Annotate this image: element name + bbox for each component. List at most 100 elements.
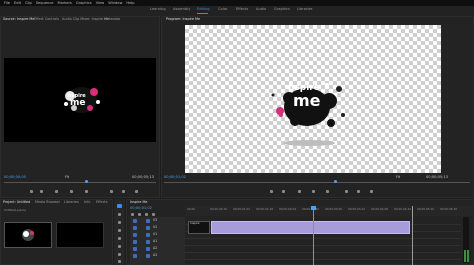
tab-effects[interactable]: Effects (96, 200, 108, 204)
sequence-end-marker (412, 206, 413, 265)
project-thumbnail-clip[interactable] (56, 222, 104, 248)
track-target-toggle[interactable] (133, 226, 137, 230)
track-header-v1[interactable] (130, 232, 185, 238)
track-name: A2 (153, 246, 158, 250)
source-fit-select[interactable]: Fit (65, 175, 69, 180)
razor-tool-icon[interactable] (118, 229, 121, 232)
project-thumbnail-sequence[interactable] (4, 222, 52, 248)
timeline-settings-icon[interactable] (152, 213, 155, 216)
workspace-editing[interactable]: Editing (197, 7, 210, 12)
active-workspace-underline (197, 13, 208, 14)
program-export-frame-icon[interactable] (370, 190, 373, 193)
workspace-learning[interactable]: Learning (150, 7, 166, 12)
tab-metadata[interactable]: Metadata (104, 17, 120, 21)
track-source-patch-toggle[interactable] (146, 254, 150, 258)
hand-tool-icon[interactable] (118, 253, 121, 256)
tab-audio-clip-mixer[interactable]: Audio Clip Mixer: Inspire Me (62, 17, 109, 21)
tab-project[interactable]: Project: Untitled (3, 200, 30, 204)
program-fit-select[interactable]: Fit (396, 175, 400, 180)
track-target-toggle[interactable] (133, 254, 137, 258)
timeline-playhead-handle[interactable] (311, 206, 316, 210)
track-name: V2 (153, 225, 158, 229)
track-header-a1[interactable] (130, 239, 185, 245)
source-mark-in-icon[interactable] (30, 190, 33, 193)
workspace-color[interactable]: Color (218, 7, 227, 12)
program-step-back-icon[interactable] (298, 190, 301, 193)
source-playhead[interactable] (85, 180, 88, 183)
ruler-tick-label: 00;00;01;18 (256, 207, 274, 211)
ruler-tick-label: 00;00;01;02 (233, 207, 251, 211)
source-step-back-icon[interactable] (55, 190, 58, 193)
track-source-patch-toggle[interactable] (146, 240, 150, 244)
track-source-patch-toggle[interactable] (146, 233, 150, 237)
ruler-tick-label: 00;00;04;24 (394, 207, 412, 211)
track-select-tool-icon[interactable] (118, 213, 121, 216)
timeline-timecode[interactable]: 00;00;01;02 (130, 206, 152, 211)
track-target-toggle[interactable] (133, 233, 137, 237)
track-target-toggle[interactable] (133, 240, 137, 244)
workspace-graphics[interactable]: Graphics (274, 7, 290, 12)
track-header-v2[interactable] (130, 225, 185, 231)
source-insert-icon[interactable] (110, 190, 113, 193)
ruler-tick-label: 00;00;04;08 (371, 207, 389, 211)
workspace-audio[interactable]: Audio (256, 7, 266, 12)
ruler-tick-label: 00;00;05;10 (417, 207, 435, 211)
source-timecode[interactable]: 00;00;00;00 (4, 175, 26, 180)
track-lane-divider (185, 238, 461, 239)
timeline-clip-label: Inspire (190, 221, 200, 225)
ripple-edit-tool-icon[interactable] (118, 221, 121, 224)
track-target-toggle[interactable] (133, 247, 137, 251)
track-lane-divider (185, 259, 461, 260)
program-playhead[interactable] (334, 180, 337, 183)
workspace-assembly[interactable]: Assembly (173, 7, 190, 12)
track-source-patch-toggle[interactable] (146, 247, 150, 251)
slip-tool-icon[interactable] (118, 237, 121, 240)
type-tool-icon[interactable] (118, 260, 121, 263)
program-mark-out-icon[interactable] (282, 190, 285, 193)
tab-timeline-sequence[interactable]: Inspire Me (130, 200, 148, 204)
timeline-playhead[interactable] (313, 206, 314, 265)
track-target-toggle[interactable] (133, 219, 137, 223)
ruler-tick-label: 00;00;02;04 (279, 207, 297, 211)
track-lane-divider (185, 245, 461, 246)
add-marker-icon[interactable] (145, 213, 148, 216)
source-logo-line2: me (70, 98, 86, 108)
source-mark-out-icon[interactable] (40, 190, 43, 193)
program-timecode[interactable]: 00;00;01;02 (164, 175, 186, 180)
track-header-v3[interactable] (130, 218, 185, 224)
source-export-frame-icon[interactable] (135, 190, 138, 193)
program-lift-icon[interactable] (345, 190, 348, 193)
track-header-a2[interactable] (130, 246, 185, 252)
selection-tool-icon[interactable] (117, 204, 122, 208)
program-scrub-bar[interactable] (164, 182, 470, 183)
program-extract-icon[interactable] (357, 190, 360, 193)
tab-libraries[interactable]: Libraries (64, 200, 79, 204)
track-header-a3[interactable] (130, 253, 185, 259)
source-scrub-bar[interactable] (4, 182, 156, 183)
audio-meter-left (464, 250, 466, 262)
ruler-tick-label: 00;00;00;16 (210, 207, 228, 211)
tab-source[interactable]: Source: Inspire Me (3, 17, 34, 21)
tab-program[interactable]: Program: Inspire Me (166, 17, 200, 21)
track-source-patch-toggle[interactable] (146, 226, 150, 230)
tab-effect-controls[interactable]: Effect Controls (34, 17, 59, 21)
program-logo-line2: me (293, 91, 321, 110)
tab-media-browser[interactable]: Media Browser (35, 200, 60, 204)
snap-icon[interactable] (131, 213, 134, 216)
program-play-icon[interactable] (312, 190, 315, 193)
track-source-patch-toggle[interactable] (146, 219, 150, 223)
source-step-forward-icon[interactable] (85, 190, 88, 193)
pen-tool-icon[interactable] (118, 245, 121, 248)
workspace-effects[interactable]: Effects (236, 7, 248, 12)
program-duration: 00;00;05;13 (426, 175, 448, 179)
source-play-icon[interactable] (70, 190, 73, 193)
ruler-tick-label: 00;00;03;06 (325, 207, 343, 211)
program-step-forward-icon[interactable] (326, 190, 329, 193)
program-mark-in-icon[interactable] (270, 190, 273, 193)
workspace-libraries[interactable]: Libraries (297, 7, 313, 12)
source-overwrite-icon[interactable] (122, 190, 125, 193)
tab-info[interactable]: Info (84, 200, 90, 204)
timeline-clip[interactable] (211, 221, 410, 234)
project-path: Untitled.prproj (4, 208, 26, 212)
linked-selection-icon[interactable] (138, 213, 141, 216)
